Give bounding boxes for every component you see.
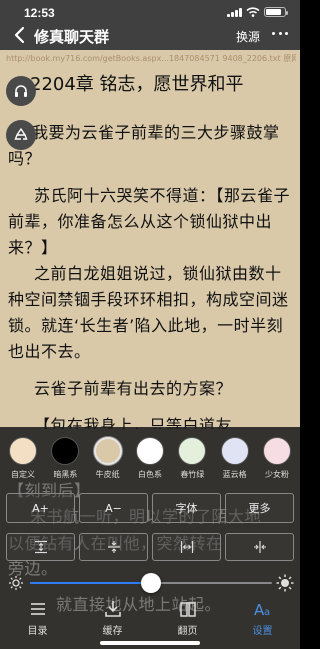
brightness-row <box>0 572 300 594</box>
back-arrow-icon[interactable] <box>12 26 28 44</box>
tab-contents[interactable]: 目录 <box>0 597 75 649</box>
battery-icon <box>264 7 288 17</box>
recycle-icon <box>14 128 28 140</box>
chapter-title: 2204章 铭志，愿世界和平 <box>30 74 244 95</box>
book-icon <box>179 602 196 617</box>
brightness-thumb[interactable] <box>141 573 161 593</box>
font-controls: A+ A− 字体 更多 <box>6 493 294 523</box>
theme-swatch <box>262 437 291 465</box>
line-spacing-narrow-button[interactable] <box>79 533 148 561</box>
paragraph: 苏氏阿十六哭笑不得道：【那云雀子前辈，你准备怎么从这个锁仙狱中出来？】 <box>8 186 291 257</box>
theme-swatch <box>93 437 122 465</box>
theme-option[interactable]: 暗黑系 <box>46 437 84 483</box>
brightness-low-icon <box>9 576 23 590</box>
margin-wide-icon <box>180 541 193 553</box>
wifi-icon <box>246 7 260 17</box>
theme-option[interactable]: 蓝云格 <box>216 437 254 483</box>
headset-icon <box>15 85 27 97</box>
home-indicator <box>100 641 200 645</box>
brightness-fill <box>30 582 151 584</box>
svg-text:a: a <box>264 607 270 618</box>
listen-button[interactable] <box>6 76 36 106</box>
theme-option[interactable]: 自定义 <box>4 437 42 483</box>
font-decrease-button[interactable]: A− <box>79 493 148 523</box>
theme-swatch <box>9 437 37 465</box>
margin-wide-button[interactable] <box>152 533 221 561</box>
margin-narrow-button[interactable] <box>225 533 294 561</box>
margin-narrow-icon <box>253 541 266 553</box>
paragraph: 我要为云雀子前辈的三大步骤鼓掌吗？ <box>8 123 280 168</box>
more-settings-button[interactable]: 更多 <box>225 493 294 523</box>
theme-swatch <box>178 437 207 465</box>
brightness-slider[interactable] <box>30 573 272 593</box>
theme-option[interactable]: 白色系 <box>131 437 169 483</box>
paragraph: 之前白龙姐姐说过，锁仙狱由数十种空间禁锢手段环环相扣，构成空间迷锁。就连‘长生者… <box>8 264 289 361</box>
theme-option[interactable]: 春竹绿 <box>173 437 211 483</box>
reader-app: 12:53 修真聊天群 换源 http://book.my716.com/get… <box>0 0 300 649</box>
brightness-high-icon <box>276 574 294 592</box>
nav-row: 修真聊天群 换源 <box>0 22 300 48</box>
theme-swatch <box>135 437 164 465</box>
tab-settings[interactable]: A a 设置 <box>225 597 300 649</box>
source-url: http://book.my716.com/getBooks.aspx...18… <box>6 54 296 63</box>
download-icon <box>104 601 121 617</box>
line-spacing-wide-button[interactable] <box>6 533 75 561</box>
font-settings-icon: A a <box>254 601 270 619</box>
status-bar: 12:53 <box>0 0 300 22</box>
status-time: 12:53 <box>24 6 55 20</box>
font-family-button[interactable]: 字体 <box>152 493 221 523</box>
list-icon <box>30 603 45 615</box>
theme-swatch <box>220 437 249 465</box>
top-bar: 12:53 修真聊天群 换源 <box>0 0 300 50</box>
spacing-controls <box>6 533 294 561</box>
settings-panel: 【刻到后】 宋书航一听，明以学的了陌大地 以便钻有人在叫他，突然转在 旁边。 就… <box>0 427 300 649</box>
line-spacing-wide-icon <box>34 540 47 554</box>
book-title: 修真聊天群 <box>34 28 110 46</box>
theme-swatch <box>51 437 80 465</box>
theme-option[interactable]: 少女粉 <box>258 437 296 483</box>
status-icons <box>227 7 288 17</box>
theme-selector: 自定义 暗黑系 牛皮纸 白色系 春竹绿 蓝云格 少女粉 <box>0 437 300 483</box>
change-source-button[interactable]: 换源 <box>236 28 260 45</box>
signal-icon <box>227 7 242 17</box>
theme-option[interactable]: 牛皮纸 <box>89 437 127 483</box>
line-spacing-narrow-icon <box>107 541 120 553</box>
font-increase-button[interactable]: A+ <box>6 493 75 523</box>
paragraph: 云雀子前辈有出去的方案？ <box>34 379 233 398</box>
refresh-source-button[interactable] <box>6 120 36 150</box>
more-options-icon[interactable] <box>272 32 288 36</box>
